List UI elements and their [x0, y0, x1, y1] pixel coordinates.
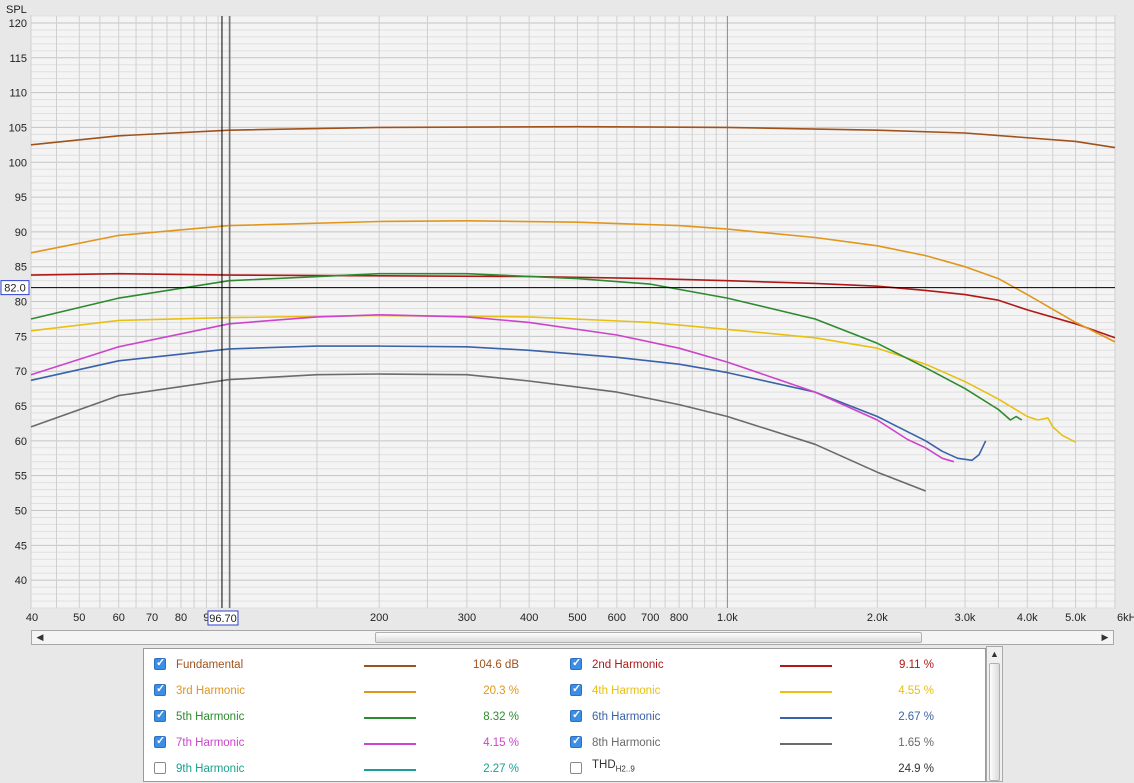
legend-label: 7th Harmonic — [176, 737, 245, 749]
legend-item-5th-harmonic: 5th Harmonic 8.32 % — [154, 705, 554, 731]
x-tick-label: 300 — [458, 612, 476, 624]
legend-label: Fundamental — [176, 659, 244, 671]
x-tick-label: 3.0k — [955, 612, 976, 624]
scroll-thumb[interactable] — [375, 632, 922, 643]
legend-checkbox[interactable] — [154, 734, 166, 748]
y-tick-label: 40 — [15, 575, 27, 587]
legend-value: 104.6 dB — [472, 659, 519, 671]
legend-swatch-line — [780, 665, 832, 667]
legend-swatch-line — [364, 743, 416, 745]
legend-item-6th-harmonic: 6th Harmonic 2.67 % — [570, 705, 970, 731]
legend-label: 9th Harmonic — [176, 763, 245, 775]
scroll-right-icon[interactable]: ▶ — [1098, 631, 1112, 644]
legend-scrollbar[interactable]: ▲ — [986, 646, 1003, 782]
y-tick-label: 65 — [15, 401, 27, 413]
y-tick-label: 80 — [15, 297, 27, 309]
x-tick-label: 200 — [370, 612, 388, 624]
x-tick-label: 6kHz — [1117, 612, 1134, 624]
legend-swatch-line — [780, 691, 832, 693]
legend-value: 2.67 % — [898, 711, 934, 723]
legend-item-3rd-harmonic: 3rd Harmonic 20.3 % — [154, 679, 554, 705]
legend-checkbox[interactable] — [570, 762, 582, 774]
x-tick-label: 50 — [73, 612, 85, 624]
x-tick-label: 5.0k — [1065, 612, 1086, 624]
x-tick-label: 70 — [146, 612, 158, 624]
x-tick-label: 800 — [670, 612, 688, 624]
legend-swatch-line — [364, 769, 416, 771]
legend-label: 3rd Harmonic — [176, 685, 246, 697]
legend-label: 2nd Harmonic — [592, 659, 664, 671]
legend-checkbox[interactable] — [154, 708, 166, 722]
y-axis-title: SPL — [6, 4, 27, 16]
legend-swatch-line — [364, 691, 416, 693]
legend-scroll-thumb[interactable] — [989, 663, 1000, 781]
legend-checkbox[interactable] — [154, 762, 166, 774]
legend-label: 6th Harmonic — [592, 711, 661, 723]
y-tick-label: 110 — [9, 88, 27, 100]
legend-label: THDH2..9 — [592, 759, 635, 774]
y-tick-label: 45 — [15, 540, 27, 552]
legend-label-subscript: H2..9 — [615, 764, 635, 774]
x-tick-label: 500 — [568, 612, 586, 624]
legend-checkbox[interactable] — [570, 682, 582, 696]
legend-label: 5th Harmonic — [176, 711, 245, 723]
legend-swatch-line — [364, 717, 416, 719]
scroll-left-icon[interactable]: ◀ — [33, 631, 47, 644]
legend-item-fundamental: Fundamental 104.6 dB — [154, 653, 554, 679]
x-tick-label: 400 — [520, 612, 538, 624]
x-tick-label: 40 — [26, 612, 38, 624]
y-tick-label: 100 — [9, 157, 27, 169]
legend-item-7th-harmonic: 7th Harmonic 4.15 % — [154, 731, 554, 757]
legend-value: 4.15 % — [483, 737, 519, 749]
y-tick-label: 105 — [9, 122, 27, 134]
y-tick-label: 95 — [15, 192, 27, 204]
legend-item-4th-harmonic: 4th Harmonic 4.55 % — [570, 679, 970, 705]
legend-value: 9.11 % — [899, 659, 934, 671]
legend-checkbox[interactable] — [570, 734, 582, 748]
legend-label: 8th Harmonic — [592, 737, 661, 749]
y-tick-label: 120 — [9, 18, 27, 30]
scroll-up-icon[interactable]: ▲ — [987, 649, 1002, 659]
y-tick-label: 60 — [15, 436, 27, 448]
legend-value: 24.9 % — [898, 763, 934, 775]
y-tick-label: 50 — [15, 505, 27, 517]
legend-checkbox[interactable] — [154, 656, 166, 670]
x-tick-label: 60 — [113, 612, 125, 624]
legend-label: 4th Harmonic — [592, 685, 661, 697]
x-axis: 40 50 60 70 80 9 200 300 400 500 600 700 800 1.0k 2.0k… — [26, 612, 1134, 624]
x-tick-label: 600 — [608, 612, 626, 624]
x-tick-label: 1.0k — [717, 612, 738, 624]
legend-checkbox[interactable] — [570, 656, 582, 670]
legend-value: 2.27 % — [483, 763, 519, 775]
legend-item-9th-harmonic: 9th Harmonic 2.27 % — [154, 757, 554, 783]
legend-value: 4.55 % — [898, 685, 934, 697]
x-tick-label: 4.0k — [1017, 612, 1038, 624]
y-tick-label: 115 — [9, 53, 27, 65]
legend-panel: Fundamental 104.6 dB 2nd Harmonic 9.11 % 3rd… — [143, 648, 986, 782]
legend-value: 8.32 % — [483, 711, 519, 723]
horizontal-scrollbar[interactable]: ◀ ▶ — [31, 630, 1114, 645]
y-axis: SPL 40 45 50 55 60 65 70 75 80 85 90 95 100 105 110 115 1… — [6, 4, 27, 587]
y-tick-label: 75 — [15, 331, 27, 343]
x-tick-label: 80 — [175, 612, 187, 624]
x-tick-label: 2.0k — [867, 612, 888, 624]
x-tick-label: 700 — [641, 612, 659, 624]
y-tick-label: 70 — [15, 366, 27, 378]
legend-checkbox[interactable] — [570, 708, 582, 722]
cursor-x-value: 96.70 — [209, 613, 237, 625]
legend-value: 20.3 % — [483, 685, 519, 697]
y-tick-label: 90 — [15, 227, 27, 239]
legend-checkbox[interactable] — [154, 682, 166, 696]
legend-swatch-line — [364, 665, 416, 667]
y-tick-label: 85 — [15, 262, 27, 274]
chart-area[interactable]: SPL 40 45 50 55 60 65 70 75 80 85 90 95 100 105 110 115 1… — [0, 0, 1134, 630]
legend-swatch-line — [780, 717, 832, 719]
y-tick-label: 55 — [15, 471, 27, 483]
legend-item-8th-harmonic: 8th Harmonic 1.65 % — [570, 731, 970, 757]
cursor-y-value: 82.0 — [4, 283, 25, 295]
legend-item-2nd-harmonic: 2nd Harmonic 9.11 % — [570, 653, 970, 679]
legend-swatch-line — [780, 743, 832, 745]
legend-value: 1.65 % — [898, 737, 934, 749]
legend-item-thd: THDH2..9 24.9 % — [570, 757, 970, 783]
